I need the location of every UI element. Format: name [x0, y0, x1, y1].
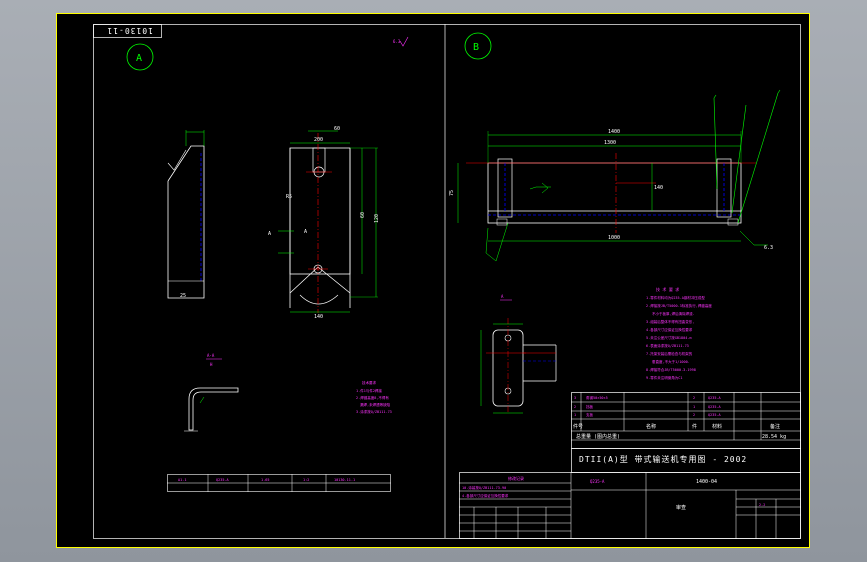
- left-notes: 技术要求 1.件1与件2焊接 2.焊缝高度8,不得有 漏焊,未焊透等缺陷 3.涂…: [356, 380, 392, 414]
- svg-text:2: 2: [693, 396, 695, 400]
- svg-text:140: 140: [654, 185, 663, 191]
- svg-text:支板: 支板: [586, 412, 594, 417]
- svg-text:总重量 (图内总重): 总重量 (图内总重): [576, 433, 620, 440]
- svg-text:5.未注公差尺寸按GB1804-m: 5.未注公差尺寸按GB1804-m: [646, 335, 692, 340]
- svg-text:1.零件材料均为Q235-A钢材冲压成型: 1.零件材料均为Q235-A钢材冲压成型: [646, 295, 705, 300]
- svg-text:件号: 件号: [573, 423, 583, 430]
- svg-text:审查: 审查: [676, 504, 686, 511]
- svg-text:28.54 kg: 28.54 kg: [762, 434, 786, 440]
- svg-text:1400-04: 1400-04: [696, 479, 717, 485]
- svg-text:60: 60: [334, 126, 340, 132]
- svg-text:10130-11-1: 10130-11-1: [334, 478, 355, 482]
- svg-text:4.各部尺寸应保证互换性要求: 4.各部尺寸应保证互换性要求: [646, 327, 693, 332]
- svg-text:3: 3: [574, 396, 576, 400]
- cad-drawing: 10130-11 A B 6.3 25 60 200 60 120 140 R5…: [56, 13, 810, 548]
- view-a-label: A: [136, 53, 142, 64]
- svg-text:3.涂漆按Q/ZB111-73: 3.涂漆按Q/ZB111-73: [356, 409, 392, 414]
- svg-text:1:2: 1:2: [303, 478, 309, 482]
- svg-text:2-2: 2-2: [759, 503, 765, 507]
- left-table: A1-1 Q235-A 1.65 1:2 10130-11-1: [167, 474, 391, 492]
- svg-text:6.表面涂漆按Q/ZB111-73: 6.表面涂漆按Q/ZB111-73: [646, 343, 689, 348]
- svg-text:技 术 要 求: 技 术 要 求: [656, 286, 679, 292]
- section-a-a: A-A H: [184, 353, 239, 432]
- svg-text:A: A: [268, 231, 271, 237]
- svg-text:修改记录: 修改记录: [508, 475, 524, 481]
- svg-text:挡板: 挡板: [586, 404, 594, 409]
- svg-text:25: 25: [180, 293, 186, 299]
- svg-text:1000: 1000: [608, 235, 620, 241]
- svg-text:6.3: 6.3: [393, 39, 401, 44]
- cad-viewport[interactable]: 10130-11 A B 6.3 25 60 200 60 120 140 R5…: [0, 0, 867, 562]
- svg-text:Q235-A: Q235-A: [708, 405, 722, 409]
- outer-frame: [56, 13, 810, 548]
- assembly-view: 1400 1300 1000 75 140 6.3: [449, 89, 781, 262]
- svg-text:备注: 备注: [770, 423, 780, 430]
- svg-text:1.65: 1.65: [261, 478, 269, 482]
- svg-text:200: 200: [314, 137, 323, 143]
- sheet-code: 10130-11: [106, 26, 153, 35]
- svg-text:Q235-A: Q235-A: [708, 413, 722, 417]
- svg-text:A1-1: A1-1: [178, 478, 186, 482]
- svg-text:10.涂装按Q/ZB111-73-90: 10.涂装按Q/ZB111-73-90: [462, 485, 506, 490]
- svg-text:漏焊,未焊透等缺陷: 漏焊,未焊透等缺陷: [360, 402, 391, 407]
- svg-text:75: 75: [449, 190, 455, 196]
- svg-text:140: 140: [314, 314, 323, 320]
- svg-text:R5: R5: [286, 194, 292, 200]
- end-view: A: [480, 294, 557, 414]
- svg-text:件: 件: [692, 423, 697, 430]
- svg-text:Q235-A: Q235-A: [216, 478, 230, 482]
- svg-text:DTII(A)型 带式输送机专用图 - 2002: DTII(A)型 带式输送机专用图 - 2002: [579, 454, 747, 464]
- svg-text:2.焊缝高度8,不得有: 2.焊缝高度8,不得有: [356, 395, 389, 400]
- svg-text:3.组装后整体不得有扭曲变形,: 3.组装后整体不得有扭曲变形,: [646, 319, 694, 324]
- svg-text:2.焊接按JB/T5000.3标准执行,焊缝高度: 2.焊接按JB/T5000.3标准执行,焊缝高度: [646, 303, 712, 308]
- drawing-canvas[interactable]: 10130-11 A B 6.3 25 60 200 60 120 140 R5…: [56, 13, 810, 548]
- svg-text:1.件1与件2焊接: 1.件1与件2焊接: [356, 388, 382, 393]
- technical-requirements: 技 术 要 求 1.零件材料均为Q235-A钢材冲压成型 2.焊接按JB/T50…: [646, 286, 712, 380]
- svg-text:7.托架安装后需检查与机架的: 7.托架安装后需检查与机架的: [646, 351, 693, 356]
- svg-text:9.零件未注明倒角为C1: 9.零件未注明倒角为C1: [646, 375, 682, 380]
- svg-text:1: 1: [693, 405, 695, 409]
- svg-text:1: 1: [574, 413, 576, 417]
- svg-text:8.焊接符合JB/T5000.3-1998: 8.焊接符合JB/T5000.3-1998: [646, 367, 696, 372]
- svg-text:H: H: [210, 362, 213, 367]
- svg-text:不小于板厚,焊后清除焊渣.: 不小于板厚,焊后清除焊渣.: [652, 311, 695, 316]
- svg-text:角钢50×50×5: 角钢50×50×5: [586, 395, 608, 400]
- svg-text:4.各部尺寸应保证互换性要求: 4.各部尺寸应保证互换性要求: [462, 493, 509, 498]
- svg-text:120: 120: [374, 214, 380, 223]
- svg-text:1300: 1300: [604, 140, 616, 146]
- svg-text:Q235-A: Q235-A: [590, 479, 605, 484]
- svg-text:材料: 材料: [712, 423, 722, 430]
- svg-text:A: A: [304, 229, 307, 235]
- svg-text:2: 2: [574, 405, 576, 409]
- svg-text:技术要求: 技术要求: [362, 380, 376, 385]
- title-block: DTII(A)型 带式输送机专用图 - 2002 Q235-A 1400-04 …: [459, 448, 801, 539]
- svg-text:垂直度,不大于1/1000.: 垂直度,不大于1/1000.: [652, 359, 690, 364]
- view-b-label: B: [473, 42, 479, 53]
- parts-list: 3 角钢50×50×5 2 Q235-A 2 挡板 1 Q235-A 1 支板 …: [571, 392, 801, 449]
- svg-text:2: 2: [693, 413, 695, 417]
- svg-text:1400: 1400: [608, 129, 620, 135]
- svg-text:A-A: A-A: [207, 353, 215, 358]
- side-plate-view: 25: [167, 130, 205, 299]
- svg-text:60: 60: [360, 212, 366, 218]
- front-plate-view: 60 200 60 120 140 R5 A A: [268, 126, 380, 320]
- svg-text:A: A: [501, 294, 504, 299]
- svg-text:名称: 名称: [646, 423, 656, 430]
- svg-text:Q235-A: Q235-A: [708, 396, 722, 400]
- svg-text:6.3: 6.3: [764, 245, 773, 251]
